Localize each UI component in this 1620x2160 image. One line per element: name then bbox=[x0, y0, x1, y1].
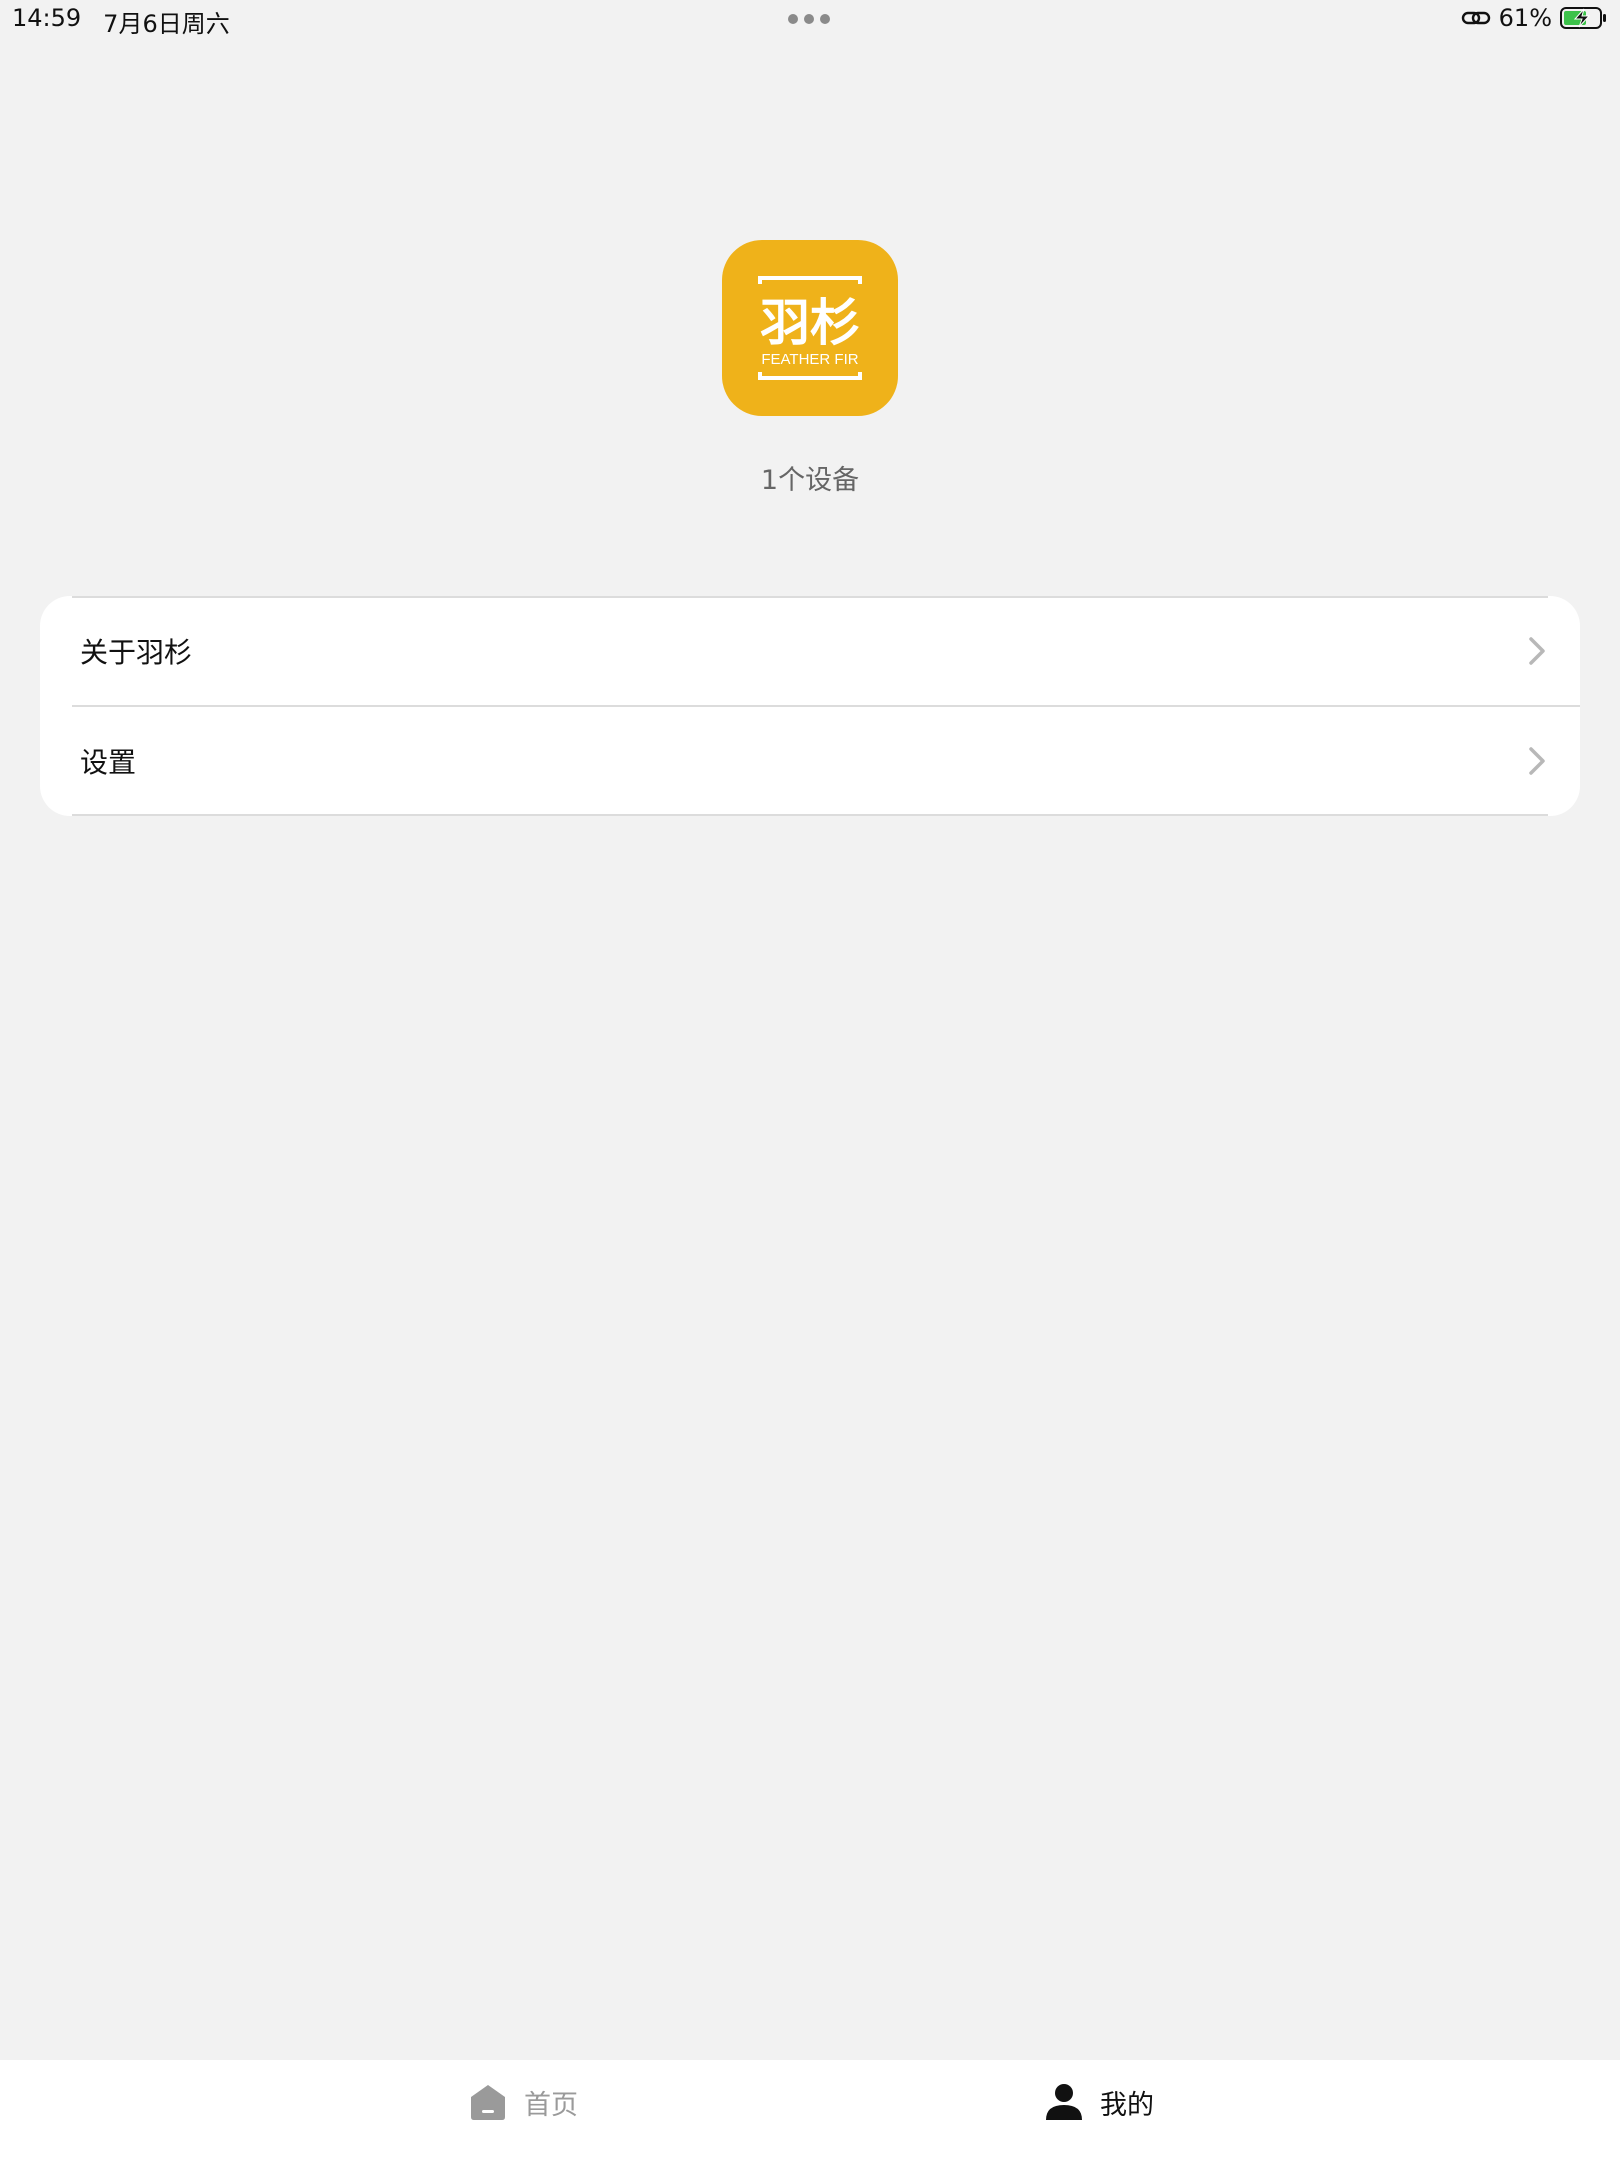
tab-mine[interactable]: 我的 bbox=[1044, 2082, 1154, 2122]
menu-card: 关于羽杉 设置 bbox=[40, 596, 1580, 816]
menu-item-label: 设置 bbox=[80, 746, 137, 779]
battery-percent: 61% bbox=[1498, 4, 1552, 32]
menu-item-label: 关于羽杉 bbox=[80, 636, 193, 669]
home-icon bbox=[471, 2085, 505, 2120]
person-icon bbox=[1046, 2084, 1082, 2120]
chevron-right-icon bbox=[1529, 747, 1545, 775]
status-bar: 14:59 7月6日周六 61% bbox=[0, 0, 1620, 40]
multitasking-dots[interactable] bbox=[788, 14, 830, 24]
menu-item-settings[interactable]: 设置 bbox=[40, 706, 1580, 816]
tab-bar: 首页 我的 bbox=[0, 2060, 1620, 2160]
status-left: 14:59 7月6日周六 bbox=[12, 4, 230, 39]
status-time: 14:59 bbox=[12, 4, 82, 32]
logo-text-en: FEATHER FIR bbox=[761, 351, 858, 368]
battery-charging-icon bbox=[1560, 7, 1606, 29]
tab-home[interactable]: 首页 bbox=[468, 2082, 578, 2122]
chevron-right-icon bbox=[1529, 637, 1545, 665]
tab-label: 我的 bbox=[1100, 2089, 1154, 2121]
profile-page: 14:59 7月6日周六 61% 羽杉 FEATHER FIR 1个设备 关于羽… bbox=[0, 0, 1620, 2160]
status-date: 7月6日周六 bbox=[103, 10, 230, 38]
link-icon bbox=[1461, 11, 1490, 25]
app-logo-graphic: 羽杉 FEATHER FIR bbox=[758, 276, 862, 380]
divider-bottom bbox=[72, 814, 1548, 816]
device-count: 1个设备 bbox=[760, 465, 860, 496]
app-logo: 羽杉 FEATHER FIR bbox=[722, 240, 898, 416]
logo-text-cn: 羽杉 bbox=[760, 294, 860, 352]
status-right: 61% bbox=[1461, 4, 1608, 32]
menu-item-about[interactable]: 关于羽杉 bbox=[40, 596, 1580, 706]
tab-label: 首页 bbox=[524, 2089, 578, 2121]
